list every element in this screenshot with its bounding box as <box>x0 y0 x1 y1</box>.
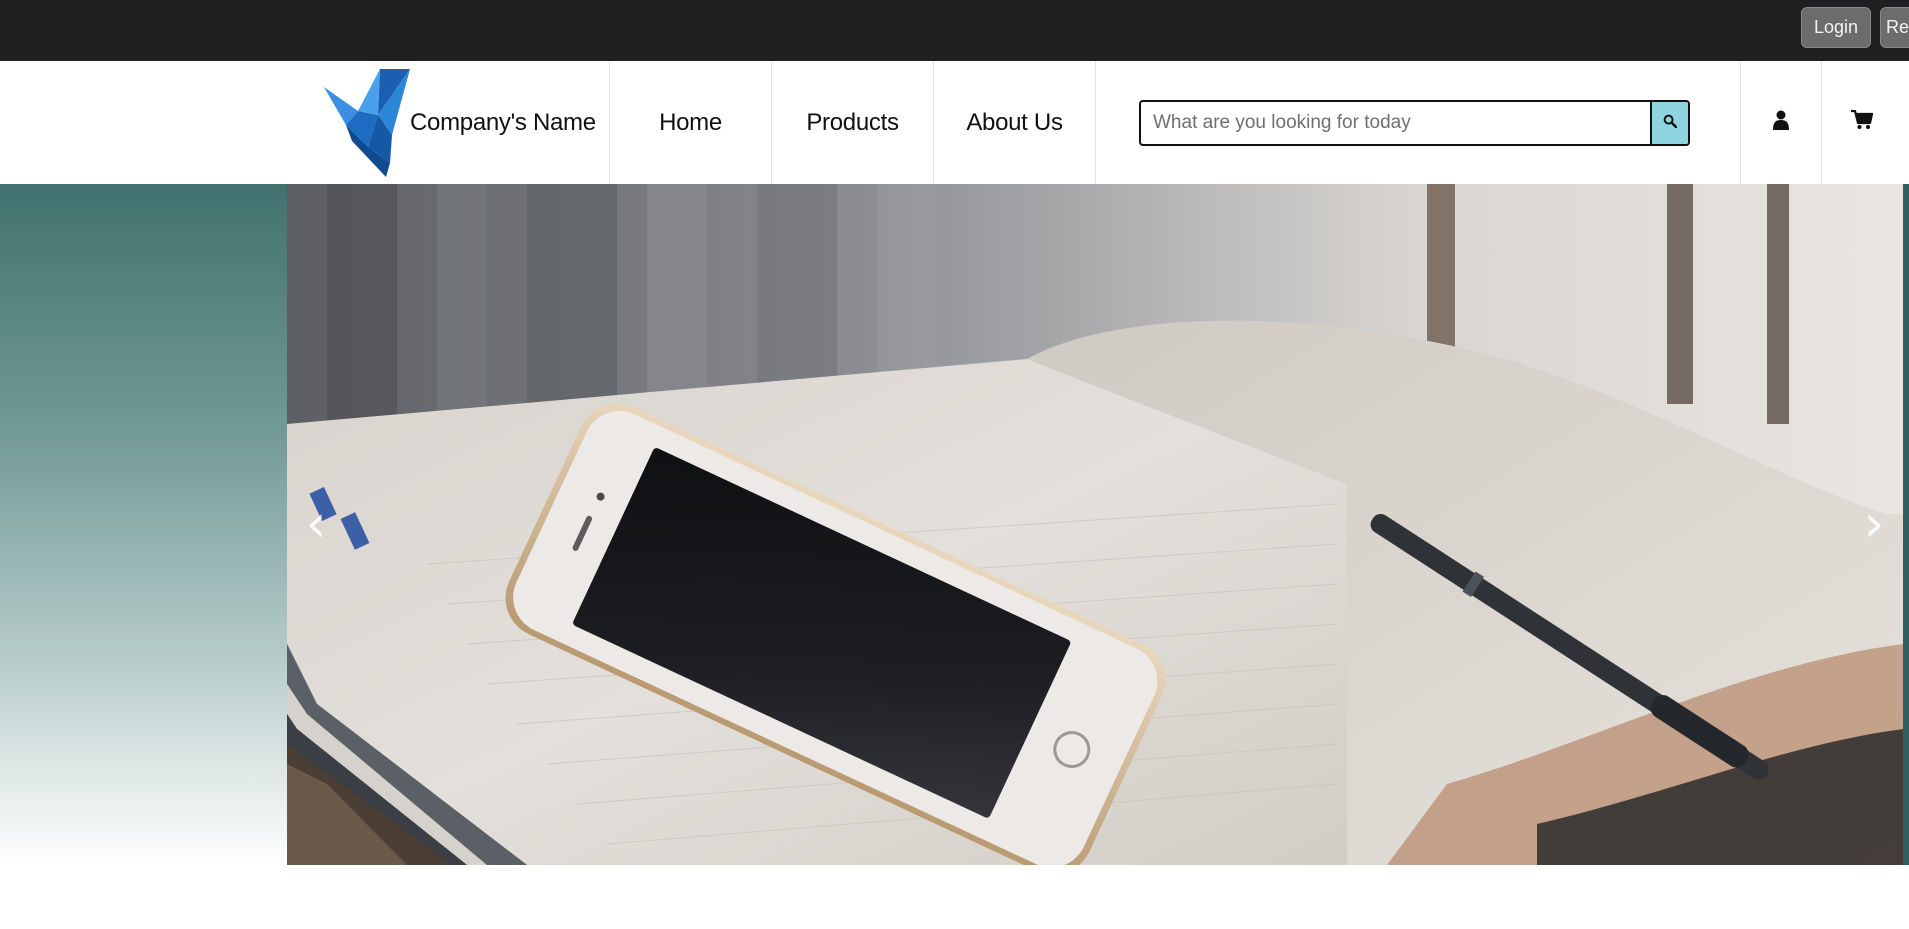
hero-image <box>287 184 1903 865</box>
site-header: Company's Name Home Products About Us <box>0 61 1909 184</box>
hero-carousel[interactable]: ‹ › <box>287 184 1903 865</box>
origami-bird-logo-icon[interactable] <box>318 67 410 179</box>
nav-about-us[interactable]: About Us <box>933 61 1095 184</box>
carousel-next-button[interactable]: › <box>1849 484 1899 564</box>
shopping-cart-icon <box>1851 109 1874 135</box>
nav-divider <box>1095 61 1096 184</box>
carousel-prev-button[interactable]: ‹ <box>291 484 341 564</box>
hero-side-gradient <box>0 184 287 865</box>
top-bar: Login Reg <box>0 0 1909 61</box>
hero-right-edge <box>1903 184 1909 865</box>
user-icon <box>1773 110 1789 135</box>
nav-home[interactable]: Home <box>609 61 771 184</box>
nav-products-label: Products <box>806 108 899 136</box>
brand-name[interactable]: Company's Name <box>410 109 596 137</box>
account-button[interactable] <box>1740 61 1821 184</box>
nav-home-label: Home <box>659 108 722 136</box>
register-button[interactable]: Reg <box>1880 7 1909 48</box>
nav-products[interactable]: Products <box>771 61 933 184</box>
nav-about-us-label: About Us <box>966 108 1063 136</box>
cart-button[interactable] <box>1821 61 1902 184</box>
login-button[interactable]: Login <box>1801 7 1871 48</box>
search-input[interactable] <box>1141 102 1651 144</box>
search-icon <box>1663 114 1678 133</box>
search-button[interactable] <box>1650 102 1688 144</box>
search-bar <box>1139 100 1690 146</box>
